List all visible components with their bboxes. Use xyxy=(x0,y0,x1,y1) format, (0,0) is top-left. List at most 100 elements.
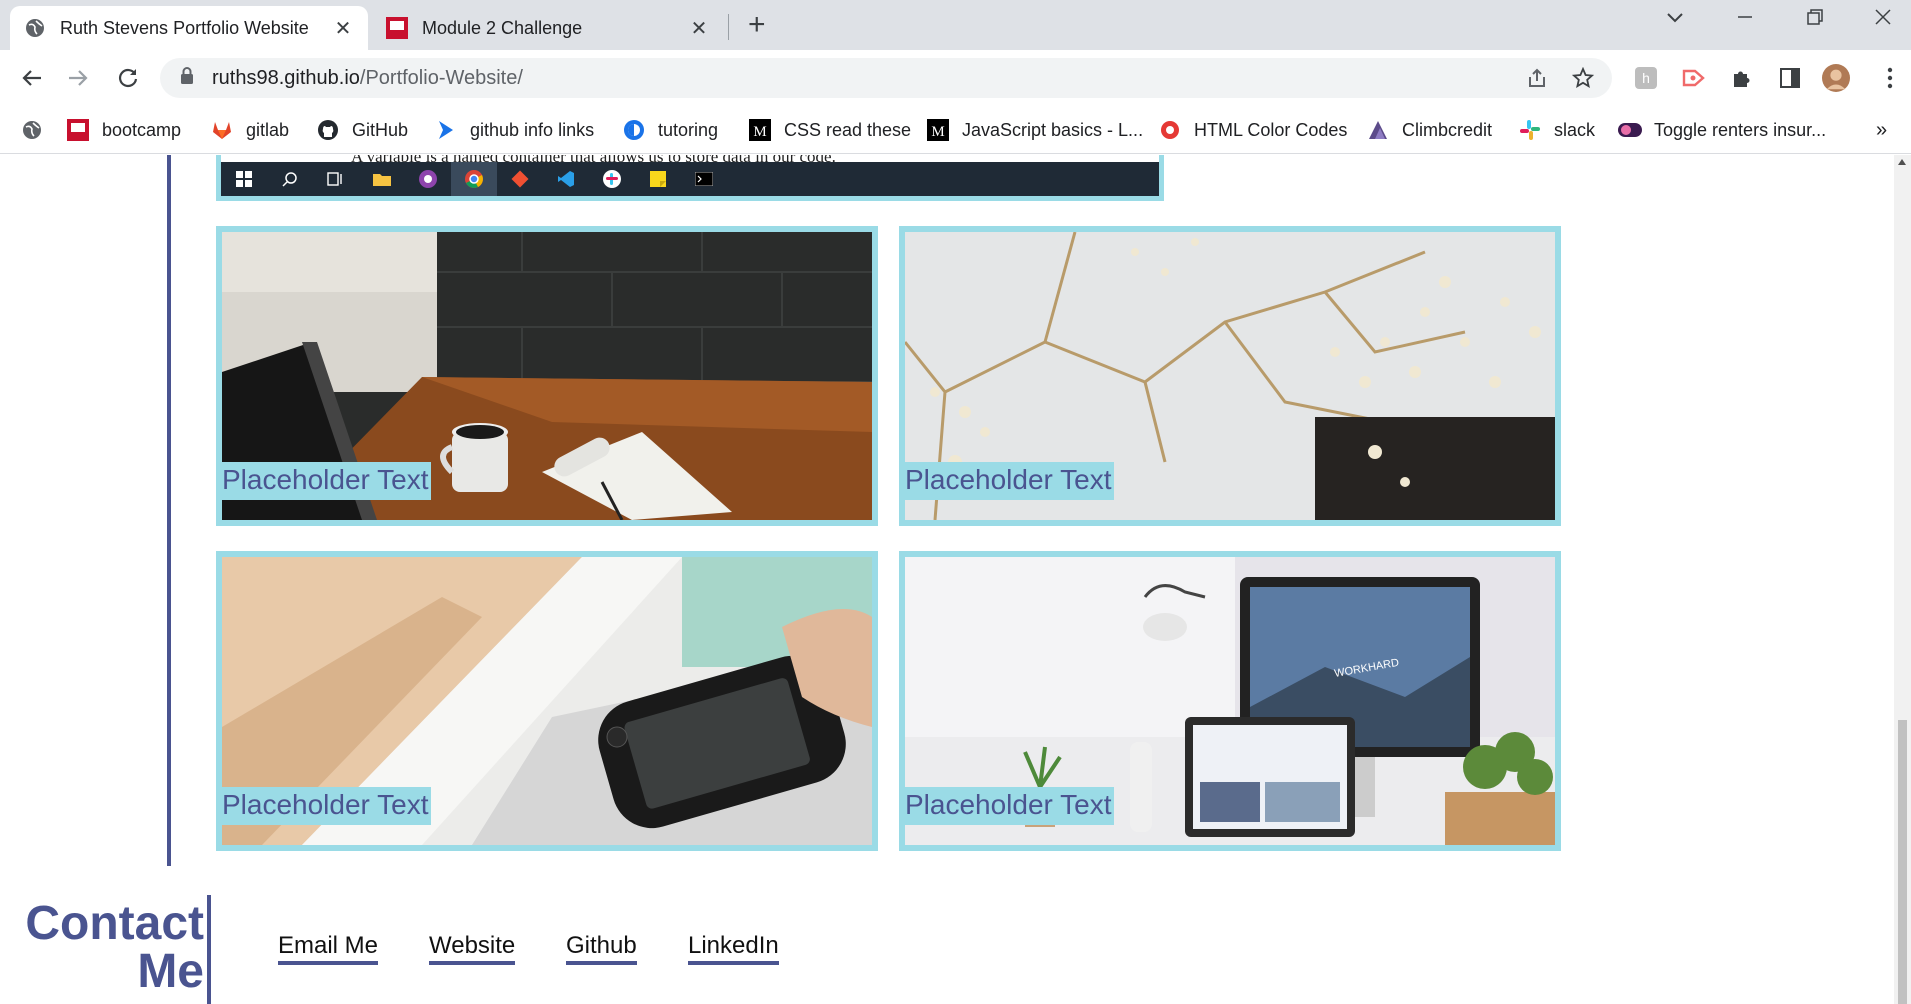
share-icon[interactable] xyxy=(1526,67,1548,94)
vscode-icon xyxy=(543,162,589,196)
bookmark-label: tutoring xyxy=(658,119,719,140)
medium-icon: M xyxy=(748,118,772,142)
arrow-icon xyxy=(434,118,458,142)
screencast-icon[interactable] xyxy=(1680,64,1708,92)
terminal-icon xyxy=(681,162,727,196)
side-panel-icon[interactable] xyxy=(1776,64,1804,92)
svg-text:h: h xyxy=(1642,70,1650,86)
slack-icon xyxy=(1518,118,1542,142)
extensions-puzzle-icon[interactable] xyxy=(1728,64,1756,92)
bookmark-label: GitHub xyxy=(352,119,409,140)
climbcredit-icon xyxy=(1366,118,1390,142)
bookmark-label: bootcamp xyxy=(102,119,182,140)
bookmark-label: Climbcredit xyxy=(1402,119,1493,140)
project-card[interactable]: Placeholder Text xyxy=(216,226,878,526)
new-tab-icon[interactable]: + xyxy=(748,10,766,40)
window-close-icon[interactable] xyxy=(1874,8,1892,32)
chrome-icon xyxy=(451,162,497,196)
card-label: Placeholder Text xyxy=(222,787,431,825)
tab-search-icon[interactable] xyxy=(1666,8,1684,31)
url-text: ruths98.github.io/Portfolio-Website/ xyxy=(212,67,523,90)
project-card[interactable]: Placeholder Text xyxy=(899,226,1561,526)
globe-icon xyxy=(24,17,46,39)
bookmarks-overflow-icon[interactable]: » xyxy=(1876,116,1887,144)
svg-text:M: M xyxy=(931,124,944,140)
search-icon xyxy=(267,162,313,196)
star-icon[interactable] xyxy=(1571,66,1595,94)
project-card[interactable]: Placeholder Text xyxy=(216,551,878,851)
scrollbar-thumb[interactable] xyxy=(1898,720,1907,1004)
github-icon xyxy=(316,118,340,142)
menu-kebab-icon[interactable] xyxy=(1876,64,1904,92)
bookmark-toggle[interactable]: Toggle renters insur... xyxy=(1618,116,1826,144)
contact-heading-line2: Me xyxy=(137,945,204,998)
svg-text:M: M xyxy=(753,124,766,140)
contact-divider-line xyxy=(207,895,211,1004)
bookmark-label: slack xyxy=(1554,119,1596,140)
page-viewport: A variable is a named container that all… xyxy=(0,155,1894,1004)
project-screenshot: A variable is a named container that all… xyxy=(216,155,1164,201)
globe-icon xyxy=(20,118,44,142)
bookmark-label: gitlab xyxy=(246,119,290,140)
minimize-icon[interactable] xyxy=(1736,8,1754,32)
bookmark-label: github info links xyxy=(470,119,595,140)
bookmark-slack[interactable]: slack xyxy=(1518,116,1595,144)
bookmark-label: Toggle renters insur... xyxy=(1654,119,1827,140)
bookmark-label: CSS read these xyxy=(784,119,912,140)
tab-module-2[interactable]: Module 2 Challenge ✕ xyxy=(372,6,724,50)
windows-start-icon xyxy=(221,162,267,196)
bookmark-climbcredit[interactable]: Climbcredit xyxy=(1366,116,1492,144)
bookmark-js-basics[interactable]: M JavaScript basics - L... xyxy=(926,116,1143,144)
project-card[interactable]: WORKHARD Placeholder Text xyxy=(899,551,1561,851)
bookmark-label: JavaScript basics - L... xyxy=(962,119,1144,140)
task-view-icon xyxy=(313,162,359,196)
restore-icon[interactable] xyxy=(1806,8,1824,32)
bookmark-github-info[interactable]: github info links xyxy=(434,116,594,144)
card-label: Placeholder Text xyxy=(905,462,1114,500)
extension-h-icon[interactable]: h xyxy=(1632,64,1660,92)
close-icon[interactable]: ✕ xyxy=(688,16,710,41)
bootcamp-icon xyxy=(386,17,408,39)
bookmark-globe[interactable] xyxy=(20,116,56,144)
card-label: Placeholder Text xyxy=(905,787,1114,825)
linkedin-link[interactable]: LinkedIn xyxy=(688,931,779,965)
browser-toolbar: ruths98.github.io/Portfolio-Website/ h xyxy=(0,50,1911,106)
tutoring-icon xyxy=(622,118,646,142)
toggle-icon xyxy=(1618,118,1642,142)
card-label: Placeholder Text xyxy=(222,462,431,500)
tab-title: Ruth Stevens Portfolio Website xyxy=(60,17,309,38)
forward-icon[interactable] xyxy=(62,62,94,94)
github-desktop-icon xyxy=(405,162,451,196)
bookmark-label: HTML Color Codes xyxy=(1194,119,1348,140)
close-icon[interactable]: ✕ xyxy=(332,16,354,41)
bookmark-tutoring[interactable]: tutoring xyxy=(622,116,718,144)
address-bar[interactable]: ruths98.github.io/Portfolio-Website/ xyxy=(160,58,1612,98)
git-icon xyxy=(497,162,543,196)
section-divider-line xyxy=(167,155,171,866)
bookmarks-bar: bootcamp gitlab GitHub github info links… xyxy=(0,106,1911,154)
bookmark-css-read[interactable]: M CSS read these xyxy=(748,116,911,144)
email-me-link[interactable]: Email Me xyxy=(278,931,379,965)
sticky-notes-icon xyxy=(635,162,681,196)
profile-avatar[interactable] xyxy=(1822,64,1850,92)
gitlab-icon xyxy=(210,118,234,142)
url-host: ruths98.github.io xyxy=(212,66,360,89)
medium-icon: M xyxy=(926,118,950,142)
tab-title: Module 2 Challenge xyxy=(422,17,583,38)
page-scrollbar[interactable] xyxy=(1894,155,1911,1004)
color-icon xyxy=(1158,118,1182,142)
back-icon[interactable] xyxy=(16,62,48,94)
bookmark-github[interactable]: GitHub xyxy=(316,116,408,144)
github-link[interactable]: Github xyxy=(566,931,637,965)
bootcamp-icon xyxy=(66,118,90,142)
scroll-up-icon[interactable] xyxy=(1898,159,1906,165)
reload-icon[interactable] xyxy=(112,62,144,94)
website-link[interactable]: Website xyxy=(429,931,516,965)
bookmark-bootcamp[interactable]: bootcamp xyxy=(66,116,181,144)
url-path: /Portfolio-Website/ xyxy=(359,66,523,89)
slack-taskbar-icon xyxy=(589,162,635,196)
bookmark-gitlab[interactable]: gitlab xyxy=(210,116,289,144)
bookmark-html-colors[interactable]: HTML Color Codes xyxy=(1158,116,1347,144)
folder-icon xyxy=(359,162,405,196)
tab-portfolio[interactable]: Ruth Stevens Portfolio Website ✕ xyxy=(10,6,368,50)
